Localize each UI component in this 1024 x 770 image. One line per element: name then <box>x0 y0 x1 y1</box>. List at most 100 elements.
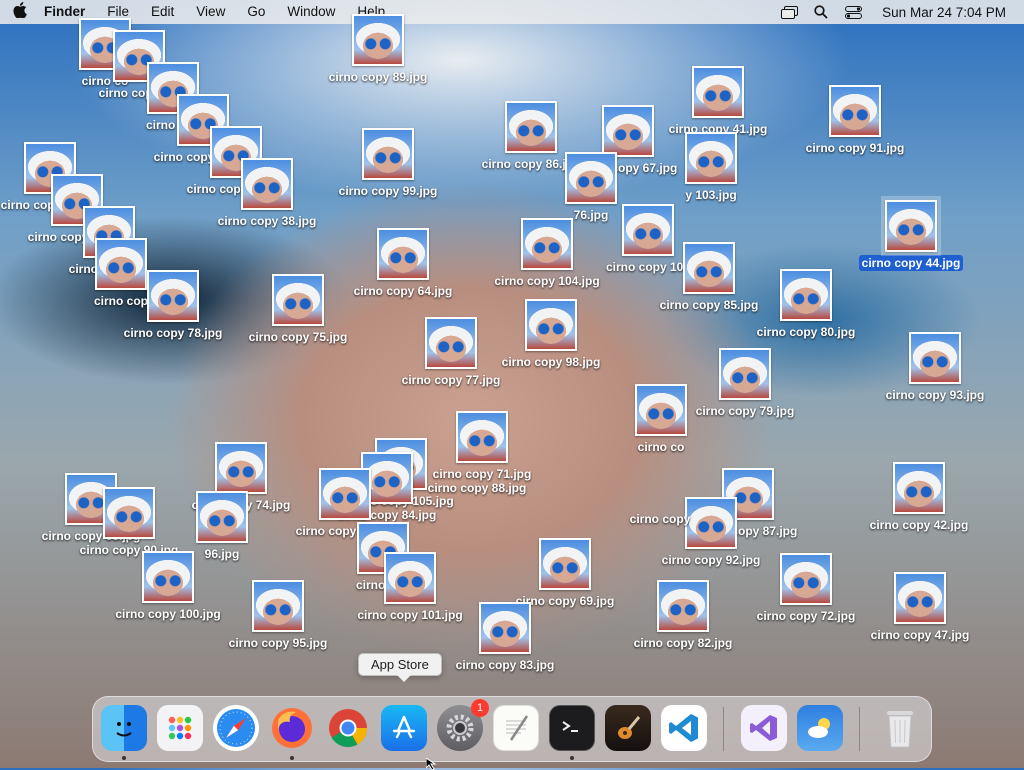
image-thumbnail-icon <box>692 66 744 118</box>
file-label: cirno copy 47.jpg <box>870 628 970 642</box>
file-label: cirno copy 44.jpg <box>858 255 964 271</box>
image-thumbnail-icon <box>657 580 709 632</box>
menu-bar: Finder File Edit View Go Window Help Sun… <box>0 0 1024 24</box>
desktop-file-icon[interactable]: cirno copy 38.jpg <box>202 158 332 230</box>
image-thumbnail-icon <box>685 132 737 184</box>
image-thumbnail-icon <box>272 274 324 326</box>
desktop-file-icon[interactable]: cirno co <box>596 384 726 456</box>
visual-studio-icon[interactable] <box>741 705 787 751</box>
image-thumbnail-icon <box>352 14 404 66</box>
file-label: cirno copy 98.jpg <box>501 355 601 369</box>
desktop-file-icon[interactable]: cirno copy 72.jpg <box>741 553 871 625</box>
file-label: cirno copy 91.jpg <box>805 141 905 155</box>
weather-icon[interactable] <box>797 705 843 751</box>
image-thumbnail-icon <box>377 228 429 280</box>
garageband-icon[interactable] <box>605 705 651 751</box>
file-label: cirno copy 95.jpg <box>228 636 328 650</box>
finder-running-dot <box>122 756 126 760</box>
safari-icon[interactable] <box>213 705 259 751</box>
desktop-file-icon[interactable]: cirno copy 93.jpg <box>870 332 1000 404</box>
file-label: cirno copy 93.jpg <box>885 388 985 402</box>
desktop-file-icon[interactable]: cirno copy 91.jpg <box>790 85 920 157</box>
desktop-file-icon[interactable]: cirno copy 47.jpg <box>855 572 985 644</box>
window-switch-icon[interactable] <box>780 5 798 19</box>
image-thumbnail-icon <box>893 462 945 514</box>
desktop-file-icon[interactable]: cirno copy 80.jpg <box>741 269 871 341</box>
desktop-file-icon[interactable]: cirno copy 99.jpg <box>323 128 453 200</box>
image-thumbnail-icon <box>142 551 194 603</box>
dock: 1 <box>92 696 932 762</box>
image-thumbnail-icon <box>719 348 771 400</box>
image-thumbnail-icon <box>683 242 735 294</box>
image-thumbnail-icon <box>425 317 477 369</box>
control-center-icon[interactable] <box>844 5 862 19</box>
image-thumbnail-icon <box>539 538 591 590</box>
firefox-running-dot <box>290 756 294 760</box>
file-label: cirno copy 77.jpg <box>401 373 501 387</box>
menu-extras: Sun Mar 24 7:04 PM <box>780 0 1006 24</box>
desktop-file-icon[interactable]: cirno copy 75.jpg <box>233 274 363 346</box>
image-thumbnail-icon <box>565 152 617 204</box>
desktop-file-icon[interactable]: cirno copy 82.jpg <box>618 580 748 652</box>
image-thumbnail-icon <box>525 299 577 351</box>
file-label: cirno copy 64.jpg <box>353 284 453 298</box>
launchpad-icon[interactable] <box>157 705 203 751</box>
file-label: cirno copy 42.jpg <box>869 518 969 532</box>
image-thumbnail-icon <box>780 269 832 321</box>
desktop-file-icon[interactable]: cirno copy 95.jpg <box>213 580 343 652</box>
image-thumbnail-icon <box>881 196 941 256</box>
desktop-file-icon-selected[interactable]: cirno copy 44.jpg <box>846 196 976 272</box>
file-label: y 103.jpg <box>685 188 737 202</box>
desktop-file-icon[interactable]: cirno copy 69.jpg <box>500 538 630 610</box>
desktop-file-icon[interactable]: cirno copy <box>595 456 725 528</box>
mouse-pointer-icon <box>426 758 437 770</box>
menu-edit[interactable]: Edit <box>140 0 185 24</box>
apple-menu-icon[interactable] <box>0 2 40 22</box>
textedit-icon[interactable] <box>493 705 539 751</box>
file-label: cirno copy 38.jpg <box>217 214 317 228</box>
chrome-icon[interactable] <box>325 705 371 751</box>
trash-icon[interactable] <box>877 705 923 751</box>
image-thumbnail-icon <box>635 384 687 436</box>
file-label: cirno co <box>637 440 685 454</box>
terminal-icon[interactable] <box>549 705 595 751</box>
file-label: cirno copy 82.jpg <box>633 636 733 650</box>
image-thumbnail-icon <box>505 101 557 153</box>
desktop-file-icon[interactable]: y 103.jpg <box>646 132 776 204</box>
desktop-file-icon[interactable]: cirno copy 89.jpg <box>313 14 443 86</box>
image-thumbnail-icon <box>215 442 267 494</box>
system-settings-icon[interactable]: 1 <box>437 699 489 751</box>
menu-view[interactable]: View <box>185 0 236 24</box>
desktop-file-icon[interactable]: cirno copy 41.jpg <box>653 66 783 138</box>
image-thumbnail-icon <box>196 491 248 543</box>
spotlight-search-icon[interactable] <box>812 5 830 19</box>
notification-badge: 1 <box>471 699 489 717</box>
desktop-file-icon[interactable]: cirno copy 83.jpg <box>440 602 570 674</box>
image-thumbnail-icon <box>780 553 832 605</box>
file-label: cirno copy 89.jpg <box>328 70 428 84</box>
image-thumbnail-icon <box>521 218 573 270</box>
dock-separator <box>723 707 724 751</box>
image-thumbnail-icon <box>362 128 414 180</box>
desktop-file-icon[interactable]: cirno copy 78.jpg <box>108 270 238 342</box>
desktop-file-icon[interactable]: cirno copy 98.jpg <box>486 299 616 371</box>
image-thumbnail-icon <box>909 332 961 384</box>
file-label: cirno copy <box>629 512 691 526</box>
image-thumbnail-icon <box>479 602 531 654</box>
image-thumbnail-icon <box>319 468 371 520</box>
vscode-icon[interactable] <box>661 705 707 751</box>
menu-clock[interactable]: Sun Mar 24 7:04 PM <box>882 5 1006 20</box>
app-store-icon[interactable] <box>381 705 427 751</box>
file-label: cirno copy 72.jpg <box>756 609 856 623</box>
dock-tooltip: App Store <box>358 653 442 682</box>
menu-window[interactable]: Window <box>276 0 346 24</box>
image-thumbnail-icon <box>147 270 199 322</box>
firefox-icon[interactable] <box>269 705 315 751</box>
menu-go[interactable]: Go <box>236 0 276 24</box>
file-label: cirno copy 99.jpg <box>338 184 438 198</box>
file-label: cirno copy 80.jpg <box>756 325 856 339</box>
desktop-file-icon[interactable]: cirno copy 42.jpg <box>854 462 984 534</box>
finder-icon[interactable] <box>101 705 147 751</box>
image-thumbnail-icon <box>829 85 881 137</box>
file-label: cirno copy 78.jpg <box>123 326 223 340</box>
